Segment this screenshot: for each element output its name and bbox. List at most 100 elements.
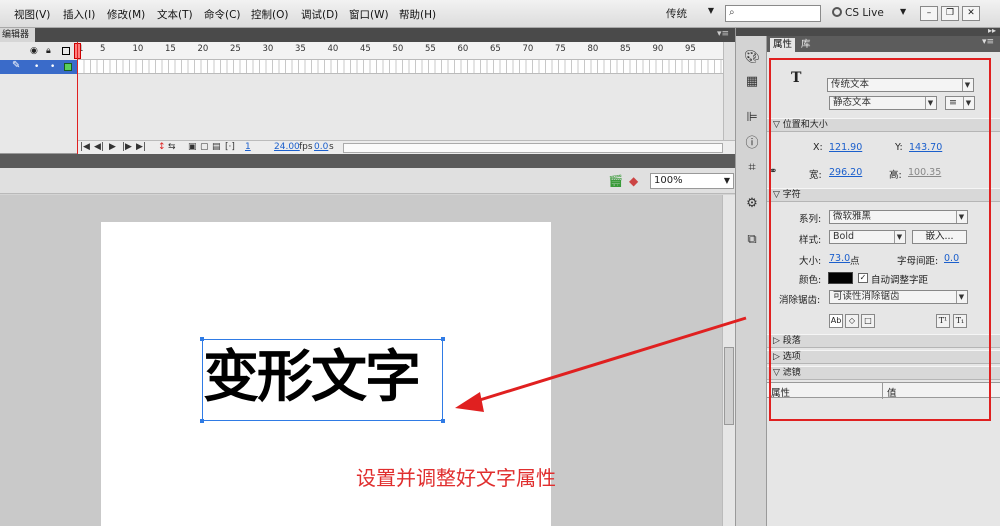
workspace-label: 传统	[666, 8, 687, 20]
resize-handle[interactable]	[200, 419, 204, 423]
close-button[interactable]: ✕	[962, 6, 980, 21]
menu-view[interactable]: 视图(V)	[14, 7, 50, 22]
annotation-caption: 设置并调整好文字属性	[356, 466, 556, 490]
loop-icon[interactable]: ⇆	[168, 142, 176, 152]
timeline-horizontal-scrollbar[interactable]	[343, 143, 723, 153]
highlight-frame	[769, 58, 991, 421]
align-icon[interactable]: ⊫	[744, 110, 760, 126]
outline-icon[interactable]	[62, 47, 70, 55]
restore-button[interactable]: ❐	[941, 6, 959, 21]
strip-header	[736, 28, 768, 36]
info-icon[interactable]: ⓘ	[744, 136, 760, 152]
stage-toolbar: 🎬︎ ◆ 100% ▼	[0, 168, 735, 194]
cs-live-label: CS Live	[845, 7, 884, 19]
components-icon[interactable]: ⚙	[744, 196, 760, 212]
panel-header: ▸▸	[767, 26, 1000, 36]
help-search-input[interactable]: ⌕	[725, 5, 821, 22]
tab-editor[interactable]: 编辑器	[0, 28, 36, 42]
onion-skin-icon[interactable]: ▣	[188, 142, 197, 152]
lock-dot[interactable]: •	[50, 62, 55, 72]
menu-control[interactable]: 控制(O)	[251, 7, 288, 22]
resize-handle[interactable]	[200, 337, 204, 341]
edit-symbol-icon[interactable]: ◆	[629, 174, 638, 188]
elapsed-value[interactable]: 0.0	[314, 142, 328, 152]
last-frame-icon[interactable]: ▶|	[136, 142, 146, 152]
ruler-tick-label: 40	[327, 44, 339, 54]
ruler-tick-label: 55	[425, 44, 436, 54]
menu-bar: 视图(V) 插入(I) 修改(M) 文本(T) 命令(C) 控制(O) 调试(D…	[0, 0, 1000, 28]
ruler-tick-label: 60	[457, 44, 469, 54]
timeline-vertical-scrollbar[interactable]	[723, 42, 735, 154]
swatches-icon[interactable]: ▦	[744, 74, 760, 90]
chevron-down-icon[interactable]: ▼	[900, 7, 906, 16]
onion-markers-icon[interactable]: [·]	[225, 142, 235, 152]
scrollbar-thumb[interactable]	[724, 347, 734, 425]
first-frame-icon[interactable]: |◀	[80, 142, 90, 152]
tab-library[interactable]: 库	[798, 38, 814, 52]
eye-icon[interactable]: ◉	[30, 46, 38, 56]
menu-help[interactable]: 帮助(H)	[399, 7, 436, 22]
stage-vertical-scrollbar[interactable]	[722, 195, 735, 526]
frame-cells[interactable]	[78, 60, 723, 74]
menu-modify[interactable]: 修改(M)	[107, 7, 145, 22]
layer-row[interactable]: ✎ • •	[0, 60, 78, 74]
timeline-panel: 编辑器 ▾≡ ◉ 🔒︎ 1510152025303540455055606570…	[0, 28, 735, 154]
step-forward-icon[interactable]: |▶	[122, 142, 132, 152]
menu-debug[interactable]: 调试(D)	[301, 7, 338, 22]
play-icon[interactable]: ▶	[109, 142, 116, 152]
visibility-dot[interactable]: •	[34, 62, 39, 72]
step-back-icon[interactable]: ◀|	[94, 142, 104, 152]
lock-icon[interactable]: 🔒︎	[46, 46, 51, 56]
cs-live-button[interactable]: CS Live	[832, 7, 884, 19]
cs-live-icon	[832, 7, 842, 17]
ruler-tick-label: 25	[230, 44, 241, 54]
ruler-tick-label: 10	[132, 44, 144, 54]
zoom-dropdown[interactable]: 100% ▼	[650, 173, 734, 189]
menu-text[interactable]: 文本(T)	[157, 7, 193, 22]
ruler-tick-label: 85	[620, 44, 631, 54]
playhead-line	[77, 42, 78, 154]
ruler-tick-label: 50	[392, 44, 404, 54]
frame-ruler[interactable]: 15101520253035404550556065707580859095	[78, 42, 723, 60]
layer-outline-color[interactable]	[64, 63, 72, 71]
tab-properties[interactable]: 属性	[770, 38, 796, 52]
chevron-down-icon: ▼	[707, 6, 714, 15]
panel-menu-icon[interactable]: ▾≡	[982, 37, 994, 47]
chevron-down-icon: ▼	[723, 176, 730, 185]
menu-commands[interactable]: 命令(C)	[204, 7, 241, 22]
ruler-tick-label: 80	[587, 44, 599, 54]
menu-window[interactable]: 窗口(W)	[349, 7, 389, 22]
collapse-icon[interactable]: ▸▸	[988, 26, 996, 35]
ruler-tick-label: 95	[685, 44, 696, 54]
onion-outline-icon[interactable]: ▢	[200, 142, 209, 152]
center-frame-icon[interactable]: ↕	[158, 142, 166, 152]
panel-menu-icon[interactable]: ▾≡	[717, 29, 729, 39]
edit-multiple-icon[interactable]: ▤	[212, 142, 221, 152]
timeline-controls: |◀ ◀| ▶ |▶ ▶| ↕ ⇆ ▣ ▢ ▤ [·] 1 24.00 fps …	[78, 140, 735, 154]
color-palette-icon[interactable]: 🎨︎	[744, 50, 761, 66]
ruler-tick-label: 35	[295, 44, 306, 54]
ruler-tick-label: 45	[360, 44, 371, 54]
elapsed-unit: s	[329, 142, 334, 152]
workspace-dropdown[interactable]: 传统 ▼	[666, 6, 716, 22]
ruler-tick-label: 75	[555, 44, 566, 54]
pencil-icon: ✎	[12, 60, 21, 71]
stage-text[interactable]: 变形文字	[203, 342, 444, 414]
resize-handle[interactable]	[441, 337, 445, 341]
selected-text-field[interactable]: 变形文字	[200, 337, 445, 423]
motion-presets-icon[interactable]: ⧉	[744, 232, 760, 248]
panel-tabs: 属性 库 ▾≡	[767, 36, 1000, 52]
menu-insert[interactable]: 插入(I)	[63, 7, 95, 22]
current-frame-value[interactable]: 1	[245, 142, 251, 152]
minimize-button[interactable]: –	[920, 6, 938, 21]
timeline-tab-bar: 编辑器 ▾≡	[0, 28, 735, 42]
ruler-tick-label: 5	[100, 44, 106, 54]
panel-icon-strip: 🎨︎ ▦ ⊫ ⓘ ⌗ ⚙ ⧉	[735, 28, 768, 526]
ruler-tick-label: 65	[490, 44, 501, 54]
transform-icon[interactable]: ⌗	[744, 160, 760, 176]
fps-value[interactable]: 24.00	[274, 142, 300, 152]
edit-scene-icon[interactable]: 🎬︎	[608, 174, 623, 188]
resize-handle[interactable]	[441, 419, 445, 423]
ruler-tick-label: 90	[652, 44, 664, 54]
ruler-tick-label: 30	[262, 44, 274, 54]
